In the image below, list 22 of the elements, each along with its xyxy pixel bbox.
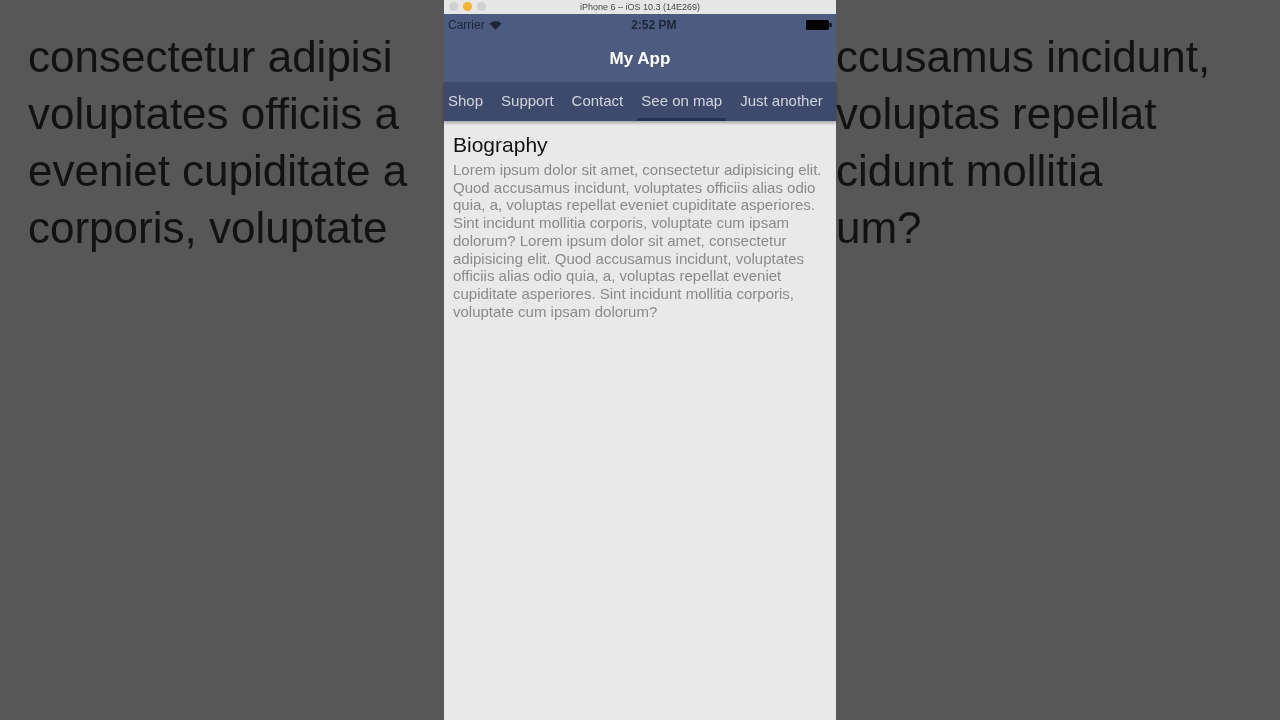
status-time: 2:52 PM [631,18,677,32]
nav-title: My App [609,49,671,69]
tab[interactable]: Just another [736,82,827,121]
backdrop-text: um? [836,202,923,254]
minimize-icon[interactable] [463,2,472,11]
backdrop-text: ccusamus incidunt, [836,31,1212,83]
tab[interactable]: Support [497,82,558,121]
backdrop-text: eveniet cupiditate a [27,145,409,197]
battery-icon [806,20,832,30]
backdrop-text: voluptas repellat [836,88,1158,140]
backdrop-text: cidunt mollitia [836,145,1104,197]
section-heading: Biography [453,133,549,157]
tab[interactable]: See on map [637,82,727,121]
tab[interactable]: Shop [444,82,488,121]
backdrop-text: corporis, voluptate [27,202,389,254]
window-title: iPhone 6 – iOS 10.3 (14E269) [579,2,701,12]
backdrop-text: consectetur adipisi [27,31,394,83]
biography-text: Lorem ipsum dolor sit amet, consectetur adipisicing elit. Quod accusamus incidunt, voluptates officiis alias odio quia, a, voluptas repellat eveniet cupiditate asperiores. Sint incidunt mollitia corporis, voluptate cum ipsam dolorum? Lorem ipsum dolor sit amet, consectetur adipisicing elit. Quod accusamus incidunt, voluptates officiis alias odio quia, a, voluptas repellat eveniet cupiditate asperiores. Sint incidunt mollitia corporis, voluptate cum ipsam dolorum? [453,161,823,321]
tab[interactable]: Contact [567,82,628,121]
wifi-icon [488,20,502,30]
carrier-label: Carrier [448,18,485,32]
backdrop-text: voluptates officiis a [27,88,400,140]
